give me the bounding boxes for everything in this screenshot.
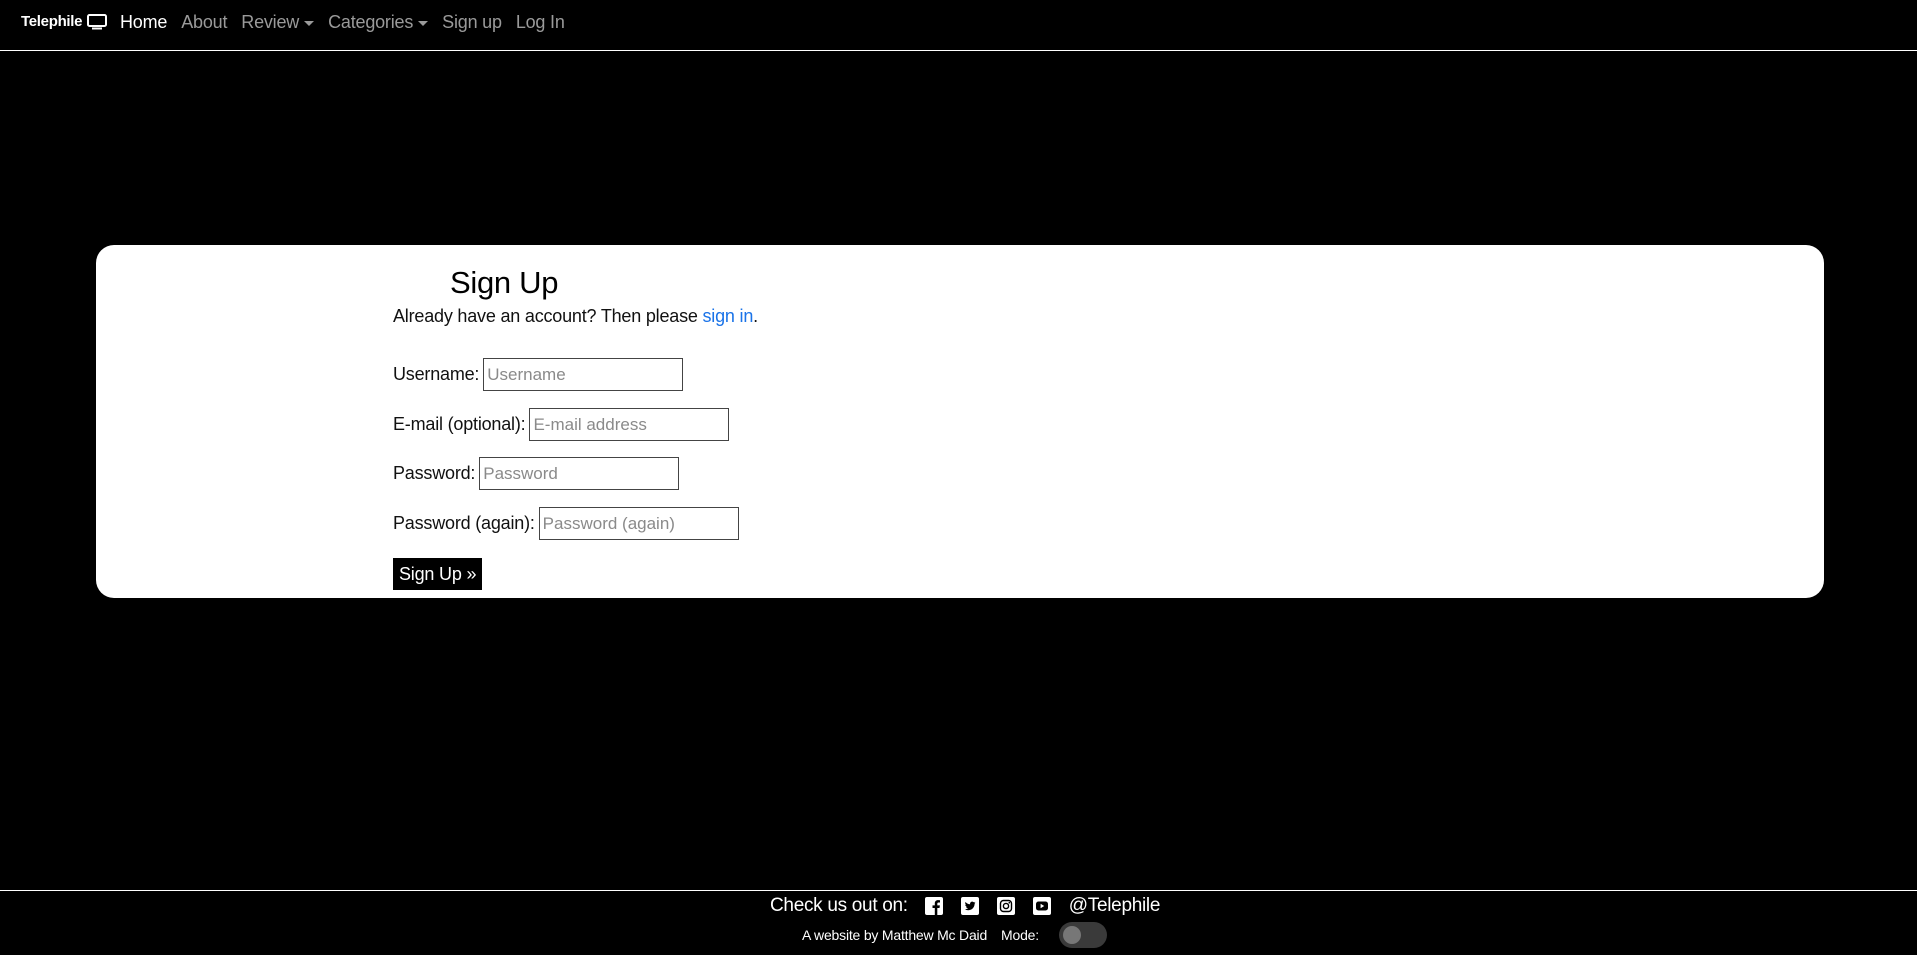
signin-prompt: Already have an account? Then please sig…	[393, 306, 758, 327]
username-label: Username:	[393, 364, 480, 384]
nav-home[interactable]: Home	[120, 12, 167, 33]
nav-review-dropdown[interactable]: Review	[241, 12, 315, 33]
caret-down-icon	[304, 21, 315, 26]
password-again-input[interactable]	[538, 507, 739, 540]
tv-icon	[87, 13, 108, 29]
nav-login-label: Log In	[515, 12, 565, 32]
nav-about-label: About	[181, 12, 228, 32]
mode-label: Mode:	[1001, 927, 1039, 943]
footer-credit-row: A website by Matthew Mc Daid Mode:	[802, 922, 1107, 948]
email-label: E-mail (optional):	[393, 414, 526, 434]
footer-social: Check us out on: @Telephile	[770, 893, 1160, 919]
signup-card	[96, 245, 1824, 598]
nav-home-label: Home	[120, 12, 168, 32]
youtube-icon[interactable]	[1032, 897, 1051, 915]
signup-submit-button[interactable]: Sign Up »	[393, 558, 483, 590]
instagram-icon[interactable]	[996, 897, 1015, 915]
username-input[interactable]	[483, 358, 684, 391]
nav-categories-dropdown[interactable]: Categories	[328, 12, 429, 33]
nav-review-label: Review	[241, 12, 300, 32]
username-row: Username:	[393, 358, 684, 391]
nav-signup-label: Sign up	[442, 12, 502, 32]
signin-prompt-suffix: .	[753, 306, 758, 326]
mode-toggle[interactable]	[1058, 922, 1107, 948]
signin-link[interactable]: sign in	[703, 306, 754, 326]
facebook-icon[interactable]	[924, 897, 943, 915]
brand-logo[interactable]: Telephile	[21, 13, 108, 30]
nav-signup[interactable]: Sign up	[442, 12, 502, 33]
footer-divider	[0, 890, 1917, 891]
caret-down-icon	[418, 21, 429, 26]
email-row: E-mail (optional):	[393, 408, 730, 441]
navbar: Telephile Home About Review Categories S…	[0, 0, 1917, 51]
password-again-row: Password (again):	[393, 507, 739, 540]
nav-about[interactable]: About	[181, 12, 227, 33]
nav-menu: Home About Review Categories Sign up Log…	[120, 12, 579, 33]
nav-categories-label: Categories	[328, 12, 414, 32]
password-label: Password:	[393, 463, 476, 483]
social-handle: @Telephile	[1068, 895, 1161, 916]
nav-login[interactable]: Log In	[516, 12, 565, 33]
page-title: Sign Up	[450, 265, 559, 300]
password-input[interactable]	[479, 457, 680, 490]
brand-name: Telephile	[21, 13, 83, 30]
toggle-knob	[1062, 926, 1081, 944]
twitter-icon[interactable]	[960, 897, 979, 915]
social-links	[924, 897, 1069, 915]
signin-prompt-text: Already have an account? Then please	[393, 306, 703, 326]
check-us-text: Check us out on:	[770, 895, 908, 916]
password-again-label: Password (again):	[393, 513, 535, 533]
credit-text: A website by Matthew Mc Daid	[802, 927, 988, 943]
email-input[interactable]	[529, 408, 730, 441]
password-row: Password:	[393, 457, 680, 490]
